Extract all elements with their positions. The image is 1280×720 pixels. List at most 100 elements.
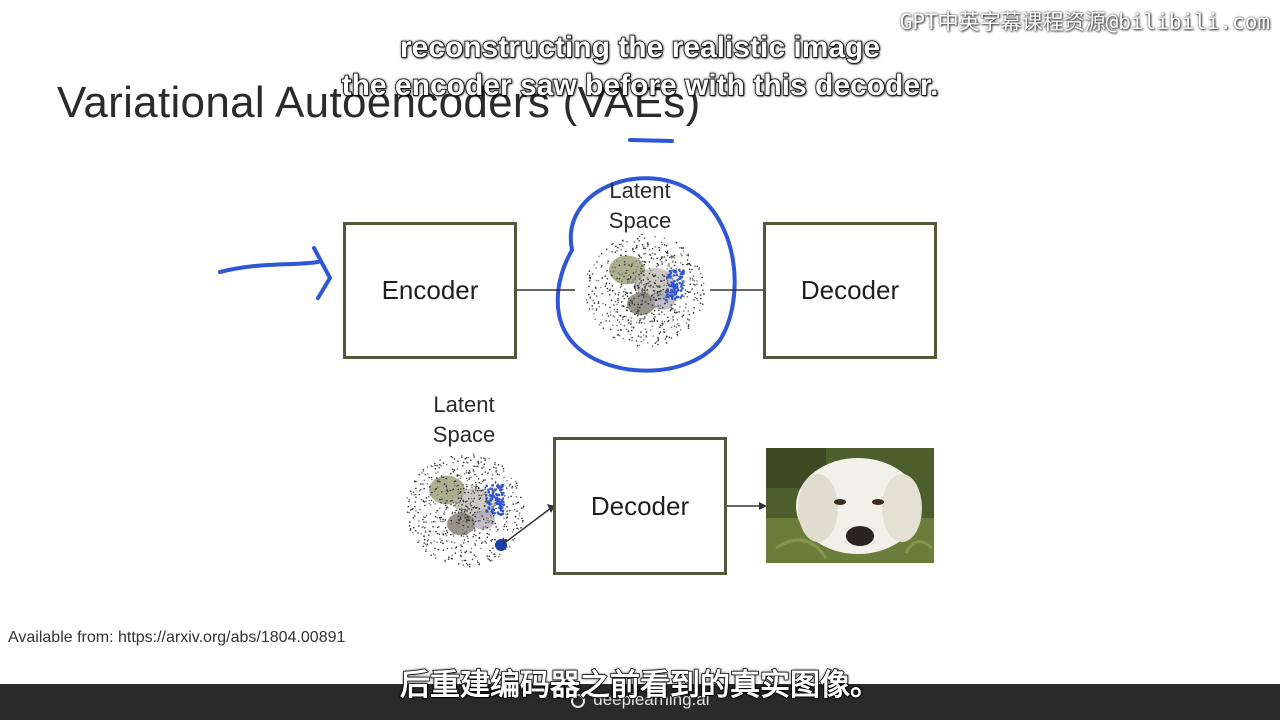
- latent-point: [484, 486, 487, 489]
- latent-point: [622, 316, 624, 319]
- latent-point: [471, 522, 474, 524]
- latent-point: [674, 261, 677, 263]
- latent-point: [472, 490, 474, 492]
- latent-point: [484, 525, 487, 528]
- latent-point: [490, 552, 493, 554]
- latent-point-highlight: [678, 281, 681, 285]
- latent-point: [451, 495, 454, 497]
- latent-point: [649, 285, 652, 288]
- latent-point: [503, 494, 506, 497]
- latent-point: [489, 560, 492, 562]
- latent-point: [640, 267, 642, 270]
- latent-point: [608, 294, 611, 296]
- latent-point: [454, 522, 457, 525]
- latent-point: [468, 497, 470, 500]
- latent-point: [588, 308, 591, 310]
- latent-point: [644, 247, 647, 250]
- latent-point: [654, 299, 657, 302]
- latent-point: [425, 515, 428, 517]
- latent-point: [660, 257, 663, 260]
- latent-point: [425, 500, 427, 503]
- latent-point: [488, 520, 490, 522]
- latent-point: [680, 262, 682, 264]
- latent-point: [436, 486, 439, 488]
- latent-point: [654, 253, 656, 255]
- latent-point: [700, 297, 702, 300]
- latent-point: [465, 472, 468, 474]
- latent-point: [682, 314, 685, 316]
- latent-point: [637, 312, 640, 314]
- latent-point: [434, 520, 436, 523]
- latent-point: [649, 299, 652, 301]
- latent-point: [636, 244, 638, 247]
- latent-point: [453, 484, 456, 487]
- latent-point: [632, 280, 634, 282]
- latent-point: [423, 479, 426, 482]
- latent-point: [658, 313, 660, 315]
- latent-point: [470, 459, 472, 461]
- latent-point: [412, 531, 414, 534]
- latent-point: [632, 278, 634, 281]
- latent-point: [441, 498, 443, 500]
- latent-point: [651, 312, 653, 314]
- latent-point: [475, 465, 477, 468]
- latent-point: [457, 497, 460, 499]
- latent-point: [467, 519, 469, 521]
- latent-point-highlight: [666, 293, 669, 296]
- latent-point: [465, 483, 468, 486]
- latent-point: [442, 462, 445, 464]
- latent-point: [596, 295, 598, 297]
- latent-point: [630, 320, 632, 322]
- latent-point: [620, 254, 622, 257]
- latent-point: [618, 273, 621, 276]
- latent-point: [484, 471, 487, 473]
- latent-point: [495, 469, 498, 471]
- latent-point: [666, 301, 669, 303]
- latent-point: [474, 544, 477, 546]
- latent-point: [643, 274, 645, 276]
- latent-point: [685, 322, 688, 325]
- latent-point: [440, 516, 443, 519]
- latent-point: [454, 511, 456, 514]
- latent-point: [633, 241, 636, 243]
- latent-point: [440, 501, 442, 504]
- vaes-underline-annotation: [628, 138, 674, 143]
- latent-point: [440, 474, 443, 477]
- latent-point: [614, 267, 616, 269]
- latent-point: [459, 549, 462, 551]
- latent-point: [445, 487, 448, 489]
- latent-point: [645, 284, 647, 286]
- latent-point: [647, 278, 649, 281]
- latent-point: [661, 320, 664, 323]
- latent-point: [473, 485, 475, 488]
- latent-point: [663, 328, 665, 331]
- latent-point: [601, 292, 603, 295]
- latent-point: [434, 467, 437, 470]
- latent-point: [461, 508, 464, 511]
- latent-point: [457, 488, 459, 491]
- latent-point: [478, 482, 481, 484]
- latent-point: [617, 272, 620, 274]
- latent-point: [634, 313, 636, 316]
- latent-point: [408, 498, 411, 501]
- latent-point: [657, 276, 660, 279]
- latent-point: [656, 285, 659, 288]
- latent-point: [626, 309, 628, 312]
- latent-point: [606, 287, 609, 290]
- latent-point: [609, 289, 611, 292]
- latent-point: [653, 292, 656, 295]
- latent-point: [659, 259, 662, 261]
- latent-point: [651, 345, 654, 347]
- latent-point: [495, 471, 497, 473]
- latent-point: [460, 475, 462, 477]
- latent-point: [423, 521, 425, 523]
- latent-point: [630, 317, 633, 319]
- latent-point: [435, 472, 437, 474]
- latent-point: [644, 252, 647, 255]
- latent-point: [633, 250, 635, 253]
- latent-point: [452, 533, 454, 535]
- latent-point: [682, 263, 684, 266]
- latent-point: [422, 518, 424, 521]
- latent-point: [480, 482, 483, 485]
- latent-point: [642, 294, 645, 296]
